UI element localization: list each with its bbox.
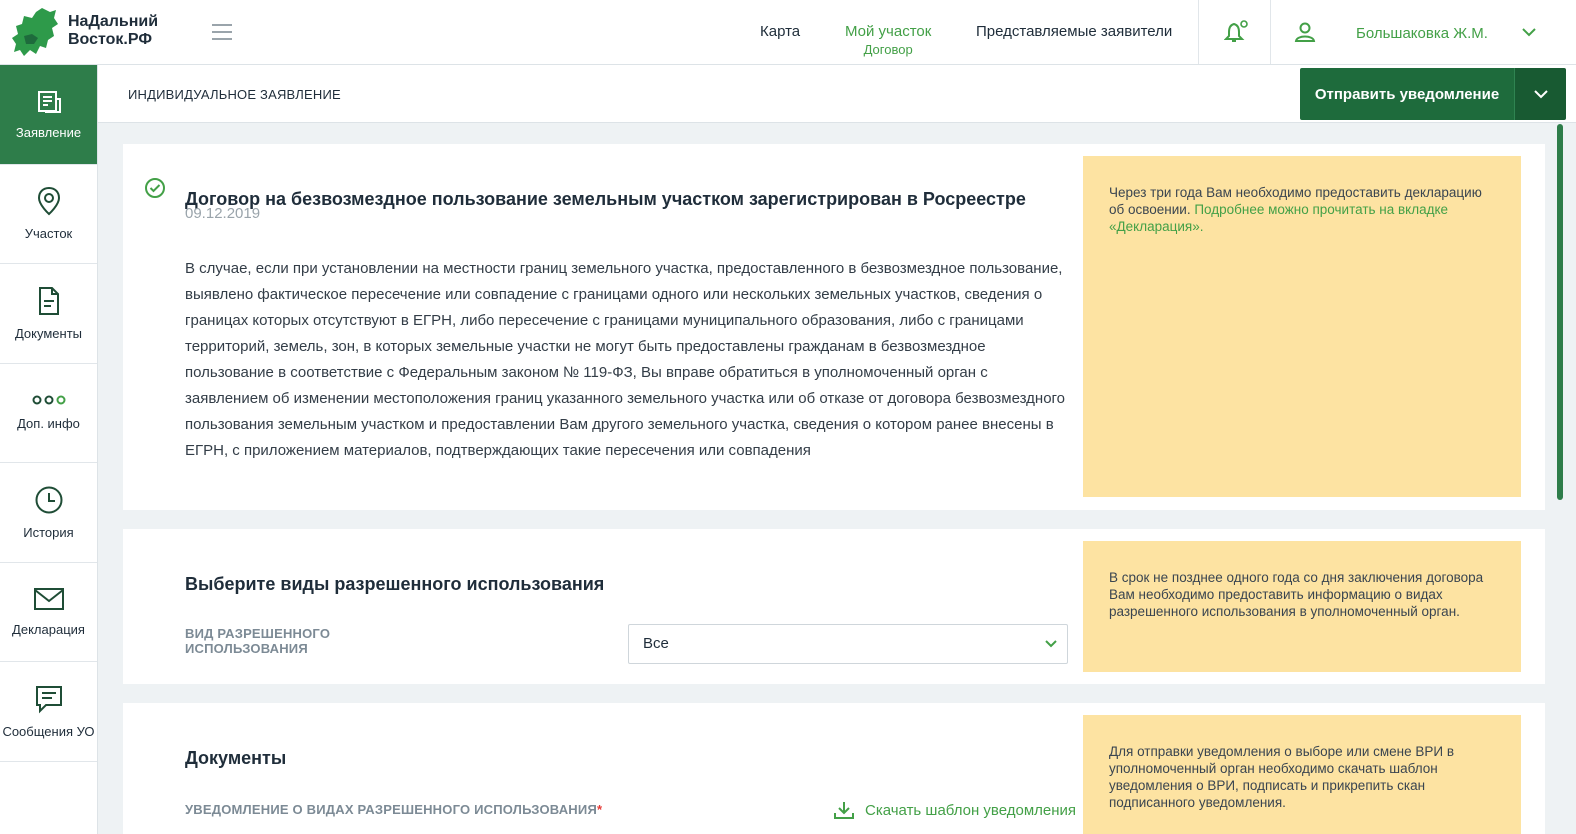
header-divider [1198,0,1199,64]
page-subheader: ИНДИВИДУАЛЬНОЕ ЗАЯВЛЕНИЕ Отправить уведо… [98,65,1576,123]
nav-my-plot[interactable]: Мой участок Договор [845,23,931,57]
contract-info-text: В случае, если при установлении на местн… [185,260,1066,459]
download-template-label: Скачать шаблон уведомления [865,801,1077,819]
sidebar-item-label: История [23,524,74,540]
file-icon [38,286,59,315]
envelope-icon [33,588,64,611]
permitted-use-label-line2: ИСПОЛЬЗОВАНИЯ [185,641,308,656]
sidebar-item-messages[interactable]: Сообщения УО [0,662,97,762]
declaration-note: Через три года Вам необходимо предостави… [1083,156,1521,497]
sidebar-item-label: Доп. инфо [17,416,80,432]
send-notification-button[interactable]: Отправить уведомление [1300,68,1514,120]
documents-title: Документы [185,748,287,768]
top-header: НаДальний Восток.РФ Карта Мой участок До… [0,0,1576,65]
page-scrollbar[interactable] [1557,124,1563,500]
check-circle-icon [145,178,165,198]
download-icon [834,802,854,819]
permitted-use-title: Выберите виды разрешенного использования [185,574,605,594]
nav-my-plot-sub: Договор [863,42,913,57]
permitted-use-select-value: Все [643,635,669,652]
notification-doc-label-text: УВЕДОМЛЕНИЕ О ВИДАХ РАЗРЕШЕННОГО ИСПОЛЬЗ… [185,802,597,817]
contract-date: 09.12.2019 [185,205,261,222]
sidebar-item-history[interactable]: История [0,463,97,563]
logo-text[interactable]: НаДальний Восток.РФ [68,13,158,49]
dots-icon [32,395,65,405]
user-icon[interactable] [1294,22,1316,42]
message-icon [35,685,62,714]
documents-note-text: Для отправки уведомления о выборе или см… [1109,744,1455,810]
permitted-use-label: ВИД РАЗРЕШЕННОГО ИСПОЛЬЗОВАНИЯ [185,626,330,656]
required-mark: * [596,802,603,817]
documents-note: Для отправки уведомления о выборе или см… [1083,715,1521,834]
permitted-use-card: Выберите виды разрешенного использования… [123,529,1545,684]
sidebar-item-additional-info[interactable]: Доп. инфо [0,364,97,463]
sidebar-item-declaration[interactable]: Декларация [0,563,97,662]
logo-map-icon[interactable] [12,6,58,58]
send-dropdown-button[interactable] [1514,68,1566,120]
contract-status-title: Договор на безвозмездное пользование зем… [185,189,1026,209]
map-pin-icon [37,187,60,216]
permitted-use-note-text: В срок не позднее одного года со дня зак… [1109,570,1484,619]
nav-map[interactable]: Карта [760,23,800,40]
user-name[interactable]: Большаковка Ж.М. [1356,25,1488,42]
document-list-icon [37,90,61,113]
chevron-down-icon[interactable] [1521,26,1537,38]
notification-doc-label: УВЕДОМЛЕНИЕ О ВИДАХ РАЗРЕШЕННОГО ИСПОЛЬЗ… [185,802,602,817]
sidebar-item-label: Документы [14,325,82,341]
nav-my-plot-label: Мой участок [845,23,932,40]
sidebar-item-documents[interactable]: Документы [0,264,97,364]
chevron-down-icon [1533,90,1548,99]
clock-icon [35,486,62,514]
sidebar-item-label: Заявление [15,124,82,140]
menu-burger-icon[interactable] [212,24,232,40]
contract-status-card: Договор на безвозмездное пользование зем… [123,144,1545,510]
sidebar-item-label: Сообщения УО [2,723,95,739]
chevron-down-icon [1045,640,1057,648]
bell-icon[interactable] [1224,20,1250,44]
permitted-use-select[interactable]: Все [628,624,1068,664]
sidebar-item-application[interactable]: Заявление [0,65,97,165]
permitted-use-note: В срок не позднее одного года со дня зак… [1083,541,1521,672]
download-template-link[interactable]: Скачать шаблон уведомления [833,800,1076,820]
sidebar: Заявление Участок Документы Доп. инфо Ис… [0,65,98,834]
logo-line-2: Восток.РФ [68,31,152,48]
logo-line-1: НаДальний [68,13,159,30]
documents-card: Документы УВЕДОМЛЕНИЕ О ВИДАХ РАЗРЕШЕННО… [123,703,1545,834]
header-divider-2 [1270,0,1271,64]
page-title: ИНДИВИДУАЛЬНОЕ ЗАЯВЛЕНИЕ [128,87,341,102]
nav-represented[interactable]: Представляемые заявители [976,23,1172,40]
sidebar-item-label: Участок [24,226,73,242]
sidebar-item-plot[interactable]: Участок [0,165,97,264]
sidebar-item-label: Декларация [12,622,85,638]
permitted-use-label-line1: ВИД РАЗРЕШЕННОГО [185,626,331,641]
